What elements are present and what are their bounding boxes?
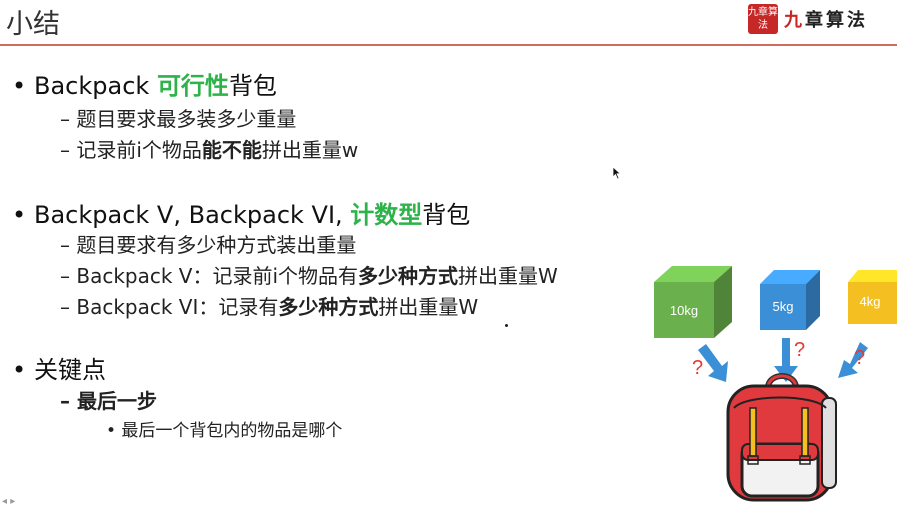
sub-item: – 题目要求有多少种方式装出重量 xyxy=(60,229,356,258)
sub-item-last-step: – 最后一步 xyxy=(60,389,157,413)
bullet-heading: 关键点 xyxy=(34,356,106,384)
sub-item-text: – Backpack V：记录前i个物品有 xyxy=(60,264,359,288)
slide-title: 小结 xyxy=(6,9,60,40)
bullet-feasibility-backpack: • Backpack 可行性背包 xyxy=(12,66,277,101)
sub-item-bold: 多少种方式 xyxy=(278,295,379,319)
mouse-cursor-icon xyxy=(612,166,622,180)
question-mark: ? xyxy=(794,339,805,361)
weight-box-4kg: 4kg xyxy=(848,270,897,324)
bullet-dot: • xyxy=(12,201,27,229)
title-divider xyxy=(0,44,897,46)
bullet-suffix: 背包 xyxy=(228,72,277,100)
logo-brand: 九章算法 xyxy=(784,10,868,31)
logo: 九章算法 九章算法 xyxy=(748,4,868,34)
question-mark: ? xyxy=(692,357,703,379)
weight-box-5kg: 5kg xyxy=(760,270,820,330)
sub-item-bold: 能不能 xyxy=(201,138,262,162)
bullet-suffix: 背包 xyxy=(422,201,471,229)
backpack-illustration: 10kg 5kg 4kg ? ? ? xyxy=(654,266,897,502)
bullet-counting-backpack: • Backpack V, Backpack VI, 计数型背包 xyxy=(12,195,470,230)
bullet-dot: • xyxy=(12,72,27,100)
sub-item: – 记录前i个物品能不能拼出重量w xyxy=(60,134,358,163)
bullet-prefix: Backpack xyxy=(34,72,157,100)
box-label: 10kg xyxy=(670,303,698,318)
weight-box-10kg: 10kg xyxy=(654,266,732,338)
sub-item: – Backpack VI：记录有多少种方式拼出重量W xyxy=(60,291,478,320)
sub-item-text: 拼出重量W xyxy=(458,264,558,288)
question-mark: ? xyxy=(854,347,865,369)
bullet-highlight: 计数型 xyxy=(350,201,423,229)
box-label: 5kg xyxy=(773,299,794,314)
sub-item-text: – Backpack VI：记录有 xyxy=(60,295,279,319)
sub-item: – Backpack V：记录前i个物品有多少种方式拼出重量W xyxy=(60,260,558,289)
bullet-key-points: • 关键点 xyxy=(12,350,106,385)
bullet-highlight: 可行性 xyxy=(156,72,229,100)
sub-item: – 题目要求最多装多少重量 xyxy=(60,103,296,132)
stray-dot xyxy=(505,324,508,327)
logo-seal: 九章算法 xyxy=(748,4,778,34)
sub-item-text: – 记录前i个物品 xyxy=(60,138,202,162)
bullet-prefix: Backpack V, Backpack VI, xyxy=(34,201,351,229)
backpack-icon xyxy=(726,373,837,502)
box-label: 4kg xyxy=(860,294,881,309)
slide-nav-icon[interactable]: ◂ ▸ xyxy=(2,496,15,507)
detail-item: • 最后一个背包内的物品是哪个 xyxy=(106,421,343,441)
sub-item-text: 拼出重量W xyxy=(378,295,479,319)
sub-item-bold: 多少种方式 xyxy=(358,264,459,288)
sub-item-text: – 题目要求有多少种方式装出重量 xyxy=(60,233,357,257)
sub-item-text: 拼出重量w xyxy=(261,138,359,162)
sub-item-text: – 题目要求最多装多少重量 xyxy=(60,107,297,131)
bullet-dot: • xyxy=(12,356,27,384)
